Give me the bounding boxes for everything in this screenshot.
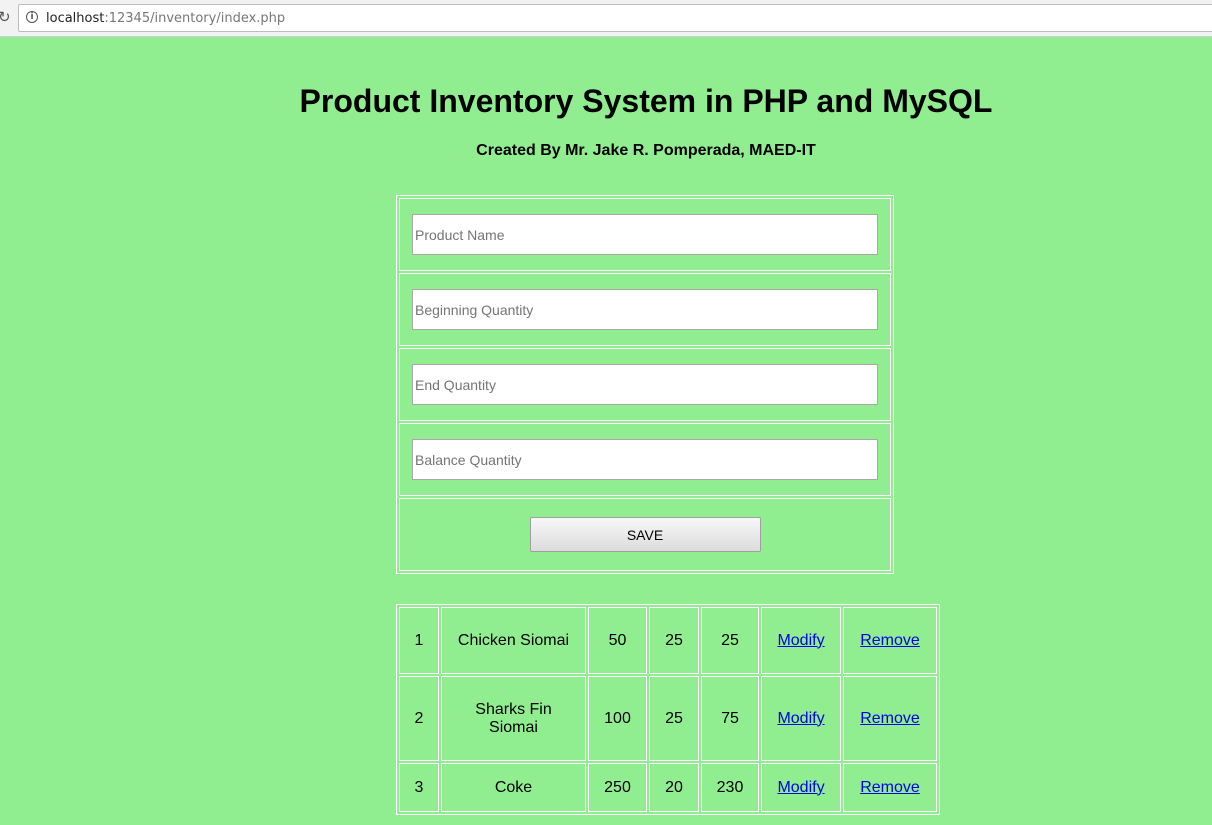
cell-balance: 230	[701, 763, 759, 812]
page-subtitle: Created By Mr. Jake R. Pomperada, MAED-I…	[476, 142, 816, 159]
cell-modify: Modify	[761, 676, 841, 761]
cell-id: 2	[399, 676, 439, 761]
table-row: 3 Coke 250 20 230 Modify Remove	[399, 763, 937, 812]
form-cell	[399, 423, 891, 496]
address-bar[interactable]: i localhost:12345/inventory/index.php	[18, 4, 1212, 32]
cell-modify: Modify	[761, 763, 841, 812]
modify-link[interactable]: Modify	[777, 632, 824, 649]
table-row: 1 Chicken Siomai 50 25 25 Modify Remove	[399, 607, 937, 674]
reload-icon[interactable]: ↻	[0, 9, 12, 25]
cell-remove: Remove	[843, 607, 937, 674]
cell-balance: 75	[701, 676, 759, 761]
product-form: SAVE	[396, 195, 894, 574]
cell-end: 25	[649, 676, 699, 761]
form-cell	[399, 198, 891, 271]
cell-id: 3	[399, 763, 439, 812]
remove-link[interactable]: Remove	[860, 710, 920, 727]
modify-link[interactable]: Modify	[777, 710, 824, 727]
cell-id: 1	[399, 607, 439, 674]
url-text[interactable]: localhost:12345/inventory/index.php	[46, 11, 285, 26]
cell-remove: Remove	[843, 676, 937, 761]
page-title: Product Inventory System in PHP and MySQ…	[299, 83, 993, 119]
table-row: 2 Sharks Fin Siomai 100 25 75 Modify Rem…	[399, 676, 937, 761]
products-table: 1 Chicken Siomai 50 25 25 Modify Remove …	[396, 604, 940, 815]
product-name-input[interactable]	[412, 214, 878, 255]
remove-link[interactable]: Remove	[860, 632, 920, 649]
cell-beginning: 50	[588, 607, 647, 674]
cell-balance: 25	[701, 607, 759, 674]
cell-end: 25	[649, 607, 699, 674]
info-icon[interactable]: i	[26, 11, 38, 23]
cell-modify: Modify	[761, 607, 841, 674]
form-cell	[399, 273, 891, 346]
save-button[interactable]: SAVE	[529, 517, 761, 552]
url-host: localhost	[46, 11, 105, 26]
beginning-quantity-input[interactable]	[412, 289, 878, 330]
cell-name: Chicken Siomai	[441, 607, 586, 674]
modify-link[interactable]: Modify	[777, 779, 824, 796]
cell-end: 20	[649, 763, 699, 812]
form-cell: SAVE	[399, 498, 891, 571]
remove-link[interactable]: Remove	[860, 779, 920, 796]
cell-remove: Remove	[843, 763, 937, 812]
cell-name: Coke	[441, 763, 586, 812]
url-path: :12345/inventory/index.php	[104, 11, 286, 26]
cell-beginning: 100	[588, 676, 647, 761]
cell-beginning: 250	[588, 763, 647, 812]
cell-name: Sharks Fin Siomai	[441, 676, 586, 761]
browser-toolbar: ↻ i localhost:12345/inventory/index.php	[0, 0, 1212, 37]
form-cell	[399, 348, 891, 421]
balance-quantity-input[interactable]	[412, 439, 878, 480]
end-quantity-input[interactable]	[412, 364, 878, 405]
